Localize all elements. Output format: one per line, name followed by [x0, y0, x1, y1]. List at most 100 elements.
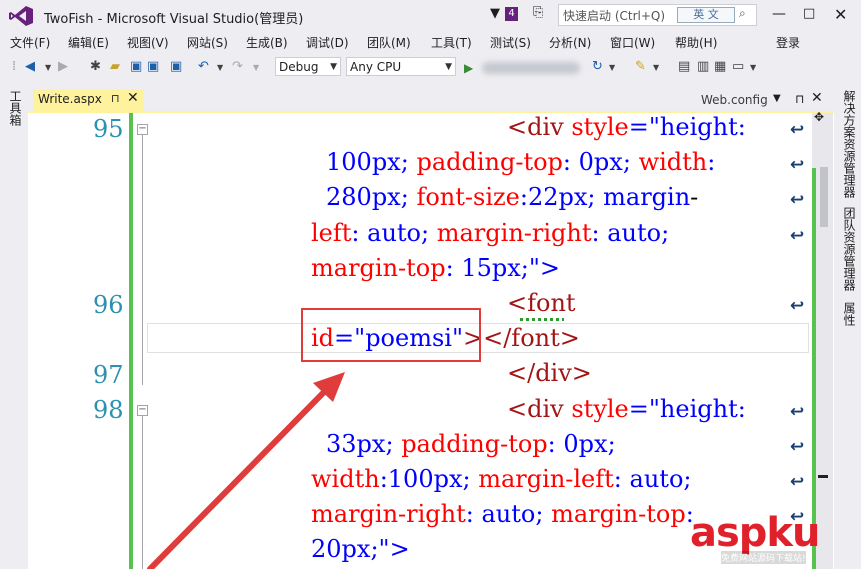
menu-website[interactable]: 网站(S) — [187, 34, 228, 51]
search-icon[interactable]: ⌕ — [739, 6, 746, 21]
menu-window[interactable]: 窗口(W) — [610, 34, 655, 51]
line-number: 95 — [93, 115, 124, 143]
code-line: left: auto; margin-right: auto; — [311, 219, 670, 247]
document-icon[interactable]: ▤ — [678, 59, 690, 74]
back-dropdown-icon[interactable]: ▼ — [45, 63, 51, 72]
code-line: <div style="height: — [507, 113, 746, 141]
browser-link-icon[interactable]: ✎ — [635, 59, 646, 74]
close-button[interactable]: ✕ — [834, 5, 847, 24]
bookmark-icon[interactable]: ▭ — [732, 59, 744, 74]
change-tracking-margin — [129, 113, 133, 569]
filter-icon[interactable]: ▼ — [490, 6, 500, 21]
save-all-icon[interactable]: ▣ — [147, 59, 159, 74]
close-tab-icon[interactable]: ✕ — [127, 90, 139, 106]
platform-select[interactable]: Any CPU ▼ — [346, 57, 456, 76]
highlight-box — [301, 308, 481, 362]
refresh-icon[interactable]: ↻ — [592, 59, 603, 74]
word-wrap-icon: ↩ — [790, 437, 805, 457]
menu-edit[interactable]: 编辑(E) — [68, 34, 109, 51]
login-link[interactable]: 登录 — [776, 34, 800, 51]
outline-guide — [142, 416, 143, 569]
window-title: TwoFish - Microsoft Visual Studio(管理员) — [44, 12, 304, 27]
code-line: 33px; padding-top: 0px; — [326, 430, 616, 458]
menu-bar: 文件(F) 编辑(E) 视图(V) 网站(S) 生成(B) 调试(D) 团队(M… — [0, 31, 861, 53]
line-number: 98 — [93, 396, 124, 424]
maximize-button[interactable]: □ — [803, 6, 815, 21]
menu-help[interactable]: 帮助(H) — [675, 34, 717, 51]
toolbar: ⁞ ◀ ▼ ▶ ✱ ▰ ▣ ▣ ▣ ↶ ▼ ↷ ▼ Debug ▼ Any CP… — [0, 54, 861, 82]
code-line: margin-top: 15px;"> — [311, 254, 561, 282]
forward-icon[interactable]: ▶ — [58, 59, 68, 74]
watermark-subtitle: 免费网站源码下载站! — [721, 551, 806, 564]
browser-link-dropdown-icon[interactable]: ▼ — [653, 63, 659, 72]
visual-studio-logo-icon — [9, 6, 33, 26]
code-line: </div> — [507, 359, 592, 387]
word-wrap-icon: ↩ — [790, 296, 805, 316]
quick-launch-placeholder: 快速启动 (Ctrl+Q) — [563, 9, 666, 23]
open-folder-icon[interactable]: ▰ — [110, 59, 120, 74]
code-line: <font — [507, 289, 576, 317]
collapse-icon[interactable]: − — [137, 405, 148, 416]
quick-launch-input[interactable]: 快速启动 (Ctrl+Q) 英 文 ⌕ — [558, 4, 757, 26]
redo-icon[interactable]: ↷ — [232, 59, 243, 74]
pin-icon[interactable]: ⊓ — [795, 92, 804, 106]
line-number: 97 — [93, 361, 124, 389]
feedback-icon[interactable]: ⎘ — [533, 5, 543, 20]
close-tab-icon[interactable]: ✕ — [811, 90, 823, 106]
code-line: width:100px; margin-left: auto; — [311, 465, 692, 493]
word-wrap-icon: ↩ — [790, 190, 805, 210]
undo-icon[interactable]: ↶ — [198, 59, 209, 74]
pin-icon[interactable]: ⊓ — [111, 92, 120, 105]
menu-build[interactable]: 生成(B) — [246, 34, 288, 51]
collapse-icon[interactable]: − — [137, 124, 148, 135]
menu-file[interactable]: 文件(F) — [10, 34, 50, 51]
notification-badge[interactable]: 4 — [505, 7, 518, 21]
comment-icon[interactable]: ▥ — [697, 59, 709, 74]
toolbox-tab[interactable]: 工具箱 — [7, 90, 24, 126]
platform-value: Any CPU — [350, 60, 402, 74]
menu-test[interactable]: 测试(S) — [490, 34, 531, 51]
back-icon[interactable]: ◀ — [25, 59, 35, 74]
word-wrap-icon: ↩ — [790, 402, 805, 422]
chevron-down-icon: ▼ — [330, 62, 337, 72]
code-line: <div style="height: — [507, 395, 746, 423]
tab-label: Write.aspx — [38, 92, 102, 106]
configuration-select[interactable]: Debug ▼ — [275, 57, 341, 76]
blurred-target-label — [482, 62, 580, 74]
word-wrap-icon: ↩ — [790, 472, 805, 492]
scrollbar-thumb[interactable] — [820, 167, 828, 227]
tab-list-dropdown-icon[interactable]: ▼ — [773, 93, 781, 104]
properties-tab[interactable]: 属性 — [841, 302, 858, 326]
scrollbar-change-marker — [812, 168, 816, 569]
menu-view[interactable]: 视图(V) — [127, 34, 169, 51]
redo-dropdown-icon[interactable]: ▼ — [253, 63, 259, 72]
code-line: margin-right: auto; margin-top: — [311, 500, 694, 528]
chevron-down-icon: ▼ — [445, 62, 452, 72]
undo-dropdown-icon[interactable]: ▼ — [217, 63, 223, 72]
tab-web-config[interactable]: Web.config — [701, 93, 768, 107]
split-window-icon[interactable]: ✥ — [814, 110, 824, 124]
menu-debug[interactable]: 调试(D) — [306, 34, 349, 51]
save-icon[interactable]: ▣ — [130, 59, 142, 74]
menu-analyze[interactable]: 分析(N) — [549, 34, 591, 51]
grip-icon: ⁞ — [12, 59, 17, 74]
code-line: 100px; padding-top: 0px; width: — [326, 148, 716, 176]
menu-tools[interactable]: 工具(T) — [431, 34, 472, 51]
uncomment-icon[interactable]: ▦ — [714, 59, 726, 74]
menu-team[interactable]: 团队(M) — [367, 34, 411, 51]
line-number: 96 — [93, 291, 124, 319]
refresh-dropdown-icon[interactable]: ▼ — [609, 63, 615, 72]
code-line: 280px; font-size:22px; margin- — [326, 183, 699, 211]
toolbar-options-icon[interactable]: ▼ — [750, 63, 756, 72]
minimize-button[interactable]: — — [772, 6, 786, 22]
tab-write-aspx[interactable]: Write.aspx ⊓ ✕ — [33, 89, 144, 111]
configuration-value: Debug — [279, 60, 319, 74]
new-project-icon[interactable]: ✱ — [90, 59, 101, 74]
warning-squiggle — [520, 318, 564, 321]
outline-guide — [142, 135, 143, 385]
team-explorer-tab[interactable]: 团队资源管理器 — [841, 207, 858, 291]
save-all-stack-icon[interactable]: ▣ — [170, 59, 182, 74]
ime-indicator: 英 文 — [677, 7, 735, 23]
solution-explorer-tab[interactable]: 解决方案资源管理器 — [841, 90, 858, 198]
start-debug-icon[interactable]: ▶ — [464, 61, 473, 75]
